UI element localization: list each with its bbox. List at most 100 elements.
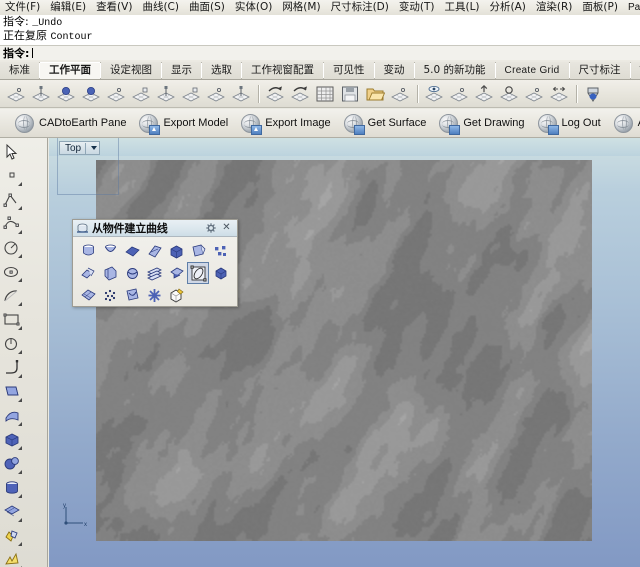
intersect-curves-icon[interactable] [77, 262, 99, 284]
cadtoearth-toolbar[interactable]: CADtoEarth Pane Export Model Export Image G… [0, 109, 640, 138]
menu-item-11[interactable]: 渲染(R) [531, 1, 578, 14]
box-solid-icon[interactable] [0, 428, 24, 452]
mesh-plane-icon[interactable] [0, 500, 24, 524]
arc-icon[interactable] [0, 284, 24, 308]
tab-11[interactable]: V-Ray Lights [630, 62, 640, 79]
cplane-perpendicular-curve-icon[interactable] [29, 82, 53, 106]
select-arrow-icon[interactable] [0, 140, 24, 164]
palette-title-bar[interactable]: 从物件建立曲线 ✕ [73, 220, 237, 237]
cross-section-icon[interactable] [143, 284, 165, 306]
tab-1[interactable]: 工作平面 [40, 62, 101, 79]
duplicate-face-border-icon[interactable] [121, 240, 143, 262]
open-cplane-icon[interactable] [363, 82, 387, 106]
cplane-to-surface-icon[interactable] [79, 82, 103, 106]
redo-cplane-icon[interactable] [288, 82, 312, 106]
menu-item-10[interactable]: 分析(A) [485, 1, 531, 14]
pull-curve-icon[interactable] [187, 240, 209, 262]
cplane-through-point-icon[interactable] [154, 82, 178, 106]
cplane-elevation-icon[interactable] [104, 82, 128, 106]
extract-isocurve-icon[interactable] [143, 240, 165, 262]
cplane-match-icon[interactable] [547, 82, 571, 106]
menu-item-12[interactable]: 面板(P) [577, 1, 623, 14]
cadtoearth-get-surface-button[interactable]: Get Surface [343, 113, 426, 135]
tab-3[interactable]: 显示 [162, 62, 202, 79]
create-uv-curves-icon[interactable] [187, 262, 209, 284]
undo-cplane-icon[interactable] [263, 82, 287, 106]
tab-9[interactable]: Create Grid [495, 62, 570, 79]
menu-item-4[interactable]: 曲面(S) [184, 1, 230, 14]
surface-from-points-icon[interactable] [0, 380, 24, 404]
command-input[interactable]: 指令: [0, 45, 640, 60]
menu-item-0[interactable]: 文件(F) [0, 1, 45, 14]
menu-item-1[interactable]: 编辑(E) [45, 1, 91, 14]
cadtoearth-cadtoearth-pane-button[interactable]: CADtoEarth Pane [15, 113, 126, 133]
menu-item-6[interactable]: 网格(M) [277, 1, 325, 14]
tab-7[interactable]: 变动 [374, 62, 415, 79]
tab-6[interactable]: 可见性 [324, 62, 375, 79]
tab-0[interactable]: 标准 [0, 62, 40, 79]
menu-item-2[interactable]: 查看(V) [91, 1, 137, 14]
cadtoearth-about-button[interactable]: About [613, 113, 640, 133]
unroll-develop-icon[interactable] [165, 284, 187, 306]
menu-item-9[interactable]: 工具(L) [439, 1, 484, 14]
apply-uv-curves-icon[interactable] [209, 262, 231, 284]
grid-settings-icon[interactable] [313, 82, 337, 106]
boolean-union-icon[interactable] [0, 524, 24, 548]
point-icon[interactable] [0, 164, 24, 188]
menu-item-3[interactable]: 曲线(C) [137, 1, 184, 14]
gear-icon[interactable] [206, 223, 216, 233]
cadtoearth-log-out-button[interactable]: Log Out [537, 113, 601, 135]
cplane-three-point-icon[interactable] [179, 82, 203, 106]
rectangle-icon[interactable] [0, 308, 24, 332]
extract-mesh-points-icon[interactable] [99, 284, 121, 306]
cplane-origin-icon[interactable] [204, 82, 228, 106]
named-cplane-icon[interactable] [388, 82, 412, 106]
cplane-to-view-icon[interactable] [447, 82, 471, 106]
cplane-rotate-icon[interactable] [129, 82, 153, 106]
cplane-prev-icon[interactable] [497, 82, 521, 106]
explode-icon[interactable] [0, 548, 24, 567]
circle-icon[interactable] [0, 236, 24, 260]
menu-item-5[interactable]: 实体(O) [230, 1, 277, 14]
cplane-paint-icon[interactable] [581, 82, 605, 106]
tab-8[interactable]: 5.0 的新功能 [414, 62, 496, 79]
surface-sweep-icon[interactable] [0, 404, 24, 428]
polyline-icon[interactable] [0, 188, 24, 212]
duplicate-border-icon[interactable] [99, 240, 121, 262]
curve-fillet-icon[interactable] [0, 356, 24, 380]
viewport-top[interactable]: Top x y [49, 138, 640, 567]
ellipse-icon[interactable] [0, 260, 24, 284]
menu-item-8[interactable]: 变动(T) [394, 1, 440, 14]
cylinder-solid-icon[interactable] [0, 476, 24, 500]
draft-curve-icon[interactable] [121, 284, 143, 306]
control-point-curve-icon[interactable] [0, 212, 24, 236]
section-icon[interactable] [121, 262, 143, 284]
sphere-solid-icon[interactable] [0, 452, 24, 476]
toolbar-tab-strip[interactable]: 标准 工作平面 设定视图 显示 选取 工作视窗配置 可见性 变动 5.0 的新功能 Create … [0, 60, 640, 80]
circle-center-icon[interactable] [0, 332, 24, 356]
curve-from-mesh-icon[interactable] [165, 262, 187, 284]
tab-5[interactable]: 工作视窗配置 [242, 62, 324, 79]
extract-wireframe-icon[interactable] [77, 240, 99, 262]
menu-item-7[interactable]: 尺寸标注(D) [326, 1, 394, 14]
cadtoearth-export-model-button[interactable]: Export Model [139, 113, 228, 135]
close-icon[interactable]: ✕ [221, 222, 232, 233]
cplane-z-axis-icon[interactable] [229, 82, 253, 106]
mesh-outline-icon[interactable] [77, 284, 99, 306]
cplane-toolbar[interactable] [0, 80, 640, 108]
set-cplane-origin-icon[interactable] [4, 82, 28, 106]
cplane-world-top-icon[interactable] [422, 82, 446, 106]
tab-4[interactable]: 选取 [202, 62, 242, 79]
silhouette-icon[interactable] [99, 262, 121, 284]
project-to-cplane-icon[interactable] [165, 240, 187, 262]
cplane-to-object-icon[interactable] [54, 82, 78, 106]
cadtoearth-export-image-button[interactable]: Export Image [241, 113, 331, 135]
contour-icon[interactable] [143, 262, 165, 284]
cplane-next-icon[interactable] [472, 82, 496, 106]
menu-item-13[interactable]: Paneling Tools [623, 1, 640, 14]
tab-10[interactable]: 尺寸标注 [569, 62, 631, 79]
palette-tool-grid[interactable] [73, 237, 237, 306]
extract-points-icon[interactable] [209, 240, 231, 262]
left-tool-palette[interactable] [0, 138, 48, 567]
curve-from-object-palette[interactable]: 从物件建立曲线 ✕ [72, 219, 238, 307]
